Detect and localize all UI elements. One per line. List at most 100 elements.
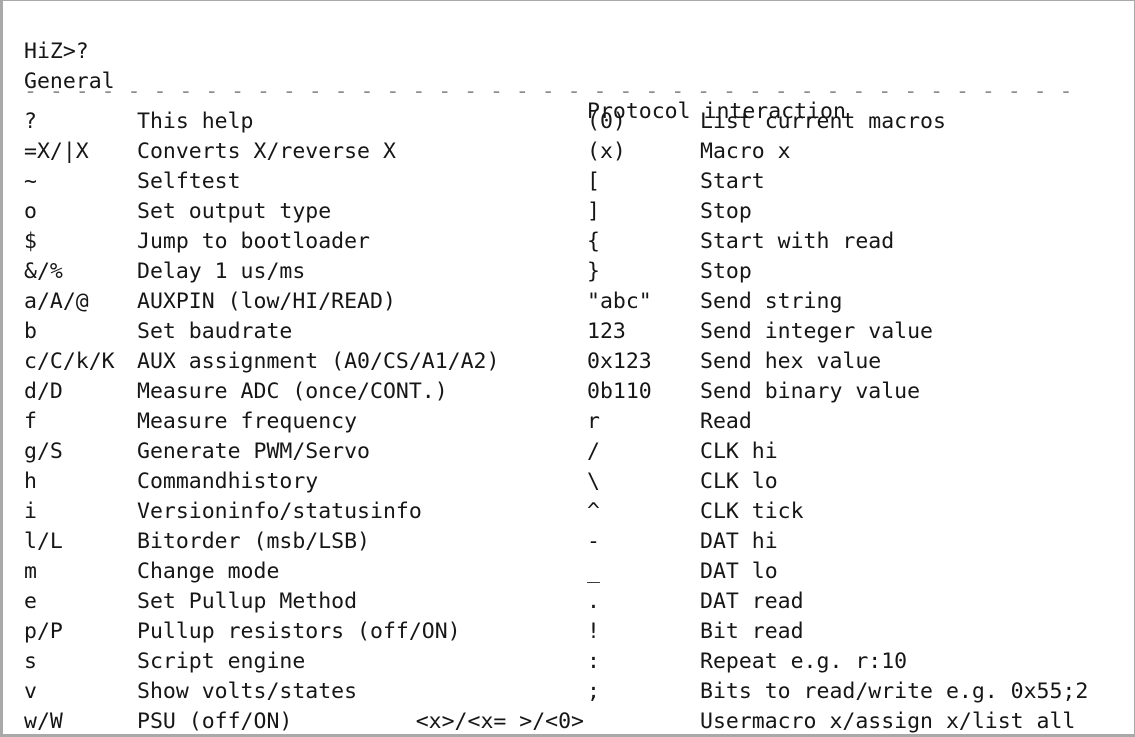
- right-command-description: DAT hi: [700, 529, 778, 554]
- help-row: $ Jump to bootloader {Start with read: [3, 227, 1134, 257]
- right-command-description: Read: [700, 409, 752, 434]
- right-command-key: ^: [587, 499, 600, 524]
- right-command-description: Stop: [700, 259, 752, 284]
- help-row: h Commandhistory \ CLK lo: [3, 467, 1134, 497]
- right-command-description: CLK lo: [700, 469, 778, 494]
- left-command-description: Change mode: [137, 559, 280, 584]
- help-row: b Set baudrate 123 Send integer value: [3, 317, 1134, 347]
- left-command-description: Measure frequency: [137, 409, 358, 434]
- help-row: &/% Delay 1 us/ms} Stop: [3, 257, 1134, 287]
- separator-rule: - - - - - - - - - - - - - - - - - - - - …: [24, 79, 1073, 104]
- left-command-key: &/%: [24, 259, 63, 284]
- help-row: c/C/k/K AUX assignment (A0/CS/A1/A2) 0x123…: [3, 347, 1134, 377]
- left-command-description: Jump to bootloader: [137, 229, 370, 254]
- right-command-description: Stop: [700, 199, 752, 224]
- left-command-description: Delay 1 us/ms: [137, 259, 306, 284]
- left-command-key: s: [24, 649, 37, 674]
- left-command-description: Measure ADC (once/CONT.): [137, 379, 448, 404]
- right-command-description: CLK hi: [700, 439, 778, 464]
- left-command-description: Bitorder (msb/LSB): [137, 529, 370, 554]
- right-command-key: ]: [587, 199, 600, 224]
- help-row: i Versioninfo/statusinfo ^ CLK tick: [3, 497, 1134, 527]
- left-command-description: Set output type: [137, 199, 332, 224]
- left-command-key: f: [24, 409, 37, 434]
- terminal-output: HiZ>? General Protocol interaction - - -…: [3, 1, 1134, 734]
- help-row: g/S Generate PWM/Servo / CLK hi: [3, 437, 1134, 467]
- right-command-description: Bits to read/write e.g. 0x55;2: [700, 679, 1089, 704]
- left-command-key: g/S: [24, 439, 63, 464]
- column-headers: General Protocol interaction: [3, 37, 1134, 124]
- help-row: =X/|X Converts X/reverse X (x) Macro x: [3, 137, 1134, 167]
- left-command-key: o: [24, 199, 37, 224]
- right-command-key: \: [587, 469, 600, 494]
- left-command-description: Script engine: [137, 649, 306, 674]
- help-row: ~ Selftest [Start: [3, 167, 1134, 197]
- right-command-key: (x): [587, 139, 626, 164]
- help-row: s Script engine: Repeat e.g. r:10: [3, 647, 1134, 677]
- prompt-line: HiZ>?: [3, 7, 1134, 64]
- right-command-key: .: [587, 589, 600, 614]
- left-command-key: $: [24, 229, 37, 254]
- left-command-key: h: [24, 469, 37, 494]
- help-row: p/P Pullup resistors (off/ON)! Bit read: [3, 617, 1134, 647]
- left-command-description: Set Pullup Method: [137, 589, 358, 614]
- right-command-key: r: [587, 409, 600, 434]
- left-command-key: d/D: [24, 379, 63, 404]
- right-command-key: }: [587, 259, 600, 284]
- right-command-key: {: [587, 229, 600, 254]
- help-row: e Set Pullup Method. DAT read: [3, 587, 1134, 617]
- right-command-description: DAT lo: [700, 559, 778, 584]
- right-command-key: ;: [587, 679, 600, 704]
- right-command-description: Usermacro x/assign x/list all: [700, 709, 1076, 734]
- left-command-key: i: [24, 499, 37, 524]
- right-command-description: Send hex value: [700, 349, 882, 374]
- right-command-key: [: [587, 169, 600, 194]
- left-command-description: This help: [137, 109, 254, 134]
- left-command-description: Commandhistory: [137, 469, 319, 494]
- right-command-description: Macro x: [700, 139, 791, 164]
- help-row: d/D Measure ADC (once/CONT.) 0b110 Send bin…: [3, 377, 1134, 407]
- left-command-description: Versioninfo/statusinfo: [137, 499, 422, 524]
- right-command-key: :: [587, 649, 600, 674]
- left-command-description: Selftest: [137, 169, 241, 194]
- right-command-description: Start: [700, 169, 765, 194]
- left-command-key: e: [24, 589, 37, 614]
- right-command-key: _: [587, 559, 600, 584]
- right-command-description: Send binary value: [700, 379, 921, 404]
- help-row: m Change mode _ DAT lo: [3, 557, 1134, 587]
- usermacro-syntax-key: <x>/<x= >/<0>: [415, 709, 584, 734]
- left-command-key: a/A/@: [24, 289, 89, 314]
- right-command-key: "abc": [587, 289, 652, 314]
- right-command-key: /: [587, 439, 600, 464]
- right-command-key: -: [587, 529, 600, 554]
- right-command-description: Repeat e.g. r:10: [700, 649, 908, 674]
- right-command-key: 0b110: [587, 379, 652, 404]
- left-command-description: AUX assignment (A0/CS/A1/A2): [137, 349, 500, 374]
- right-command-description: Send string: [700, 289, 843, 314]
- help-row: w/W <x>/<x= >/<0> PSU (off/ON) Usermacro x/…: [3, 707, 1134, 734]
- left-command-key: c/C/k/K: [24, 349, 115, 374]
- left-command-key: w/W: [24, 709, 63, 734]
- left-command-key: l/L: [24, 529, 63, 554]
- right-command-description: DAT read: [700, 589, 804, 614]
- help-row: v Show volts/states; Bits to read/write e.…: [3, 677, 1134, 707]
- help-row: o Set output type] Stop: [3, 197, 1134, 227]
- right-command-key: !: [587, 619, 600, 644]
- help-row: ? This help (0) List current macros: [3, 107, 1134, 137]
- left-key-row-wrapper: w/W <x>/<x= >/<0>: [24, 707, 584, 734]
- left-command-key: v: [24, 679, 37, 704]
- help-row: a/A/@ AUXPIN (low/HI/READ) "abc" Send strin…: [3, 287, 1134, 317]
- left-command-description: PSU (off/ON): [137, 709, 293, 734]
- left-command-description: Converts X/reverse X: [137, 139, 396, 164]
- right-command-description: Send integer value: [700, 319, 933, 344]
- left-command-key: b: [24, 319, 37, 344]
- left-command-key: p/P: [24, 619, 63, 644]
- left-command-key: m: [24, 559, 37, 584]
- right-command-key: (0): [587, 109, 626, 134]
- right-command-description: CLK tick: [700, 499, 804, 524]
- right-command-description: List current macros: [700, 109, 946, 134]
- left-command-key: ?: [24, 109, 37, 134]
- right-command-key: 0x123: [587, 349, 652, 374]
- left-command-description: Pullup resistors (off/ON): [137, 619, 461, 644]
- help-row: l/L Bitorder (msb/LSB) - DAT hi: [3, 527, 1134, 557]
